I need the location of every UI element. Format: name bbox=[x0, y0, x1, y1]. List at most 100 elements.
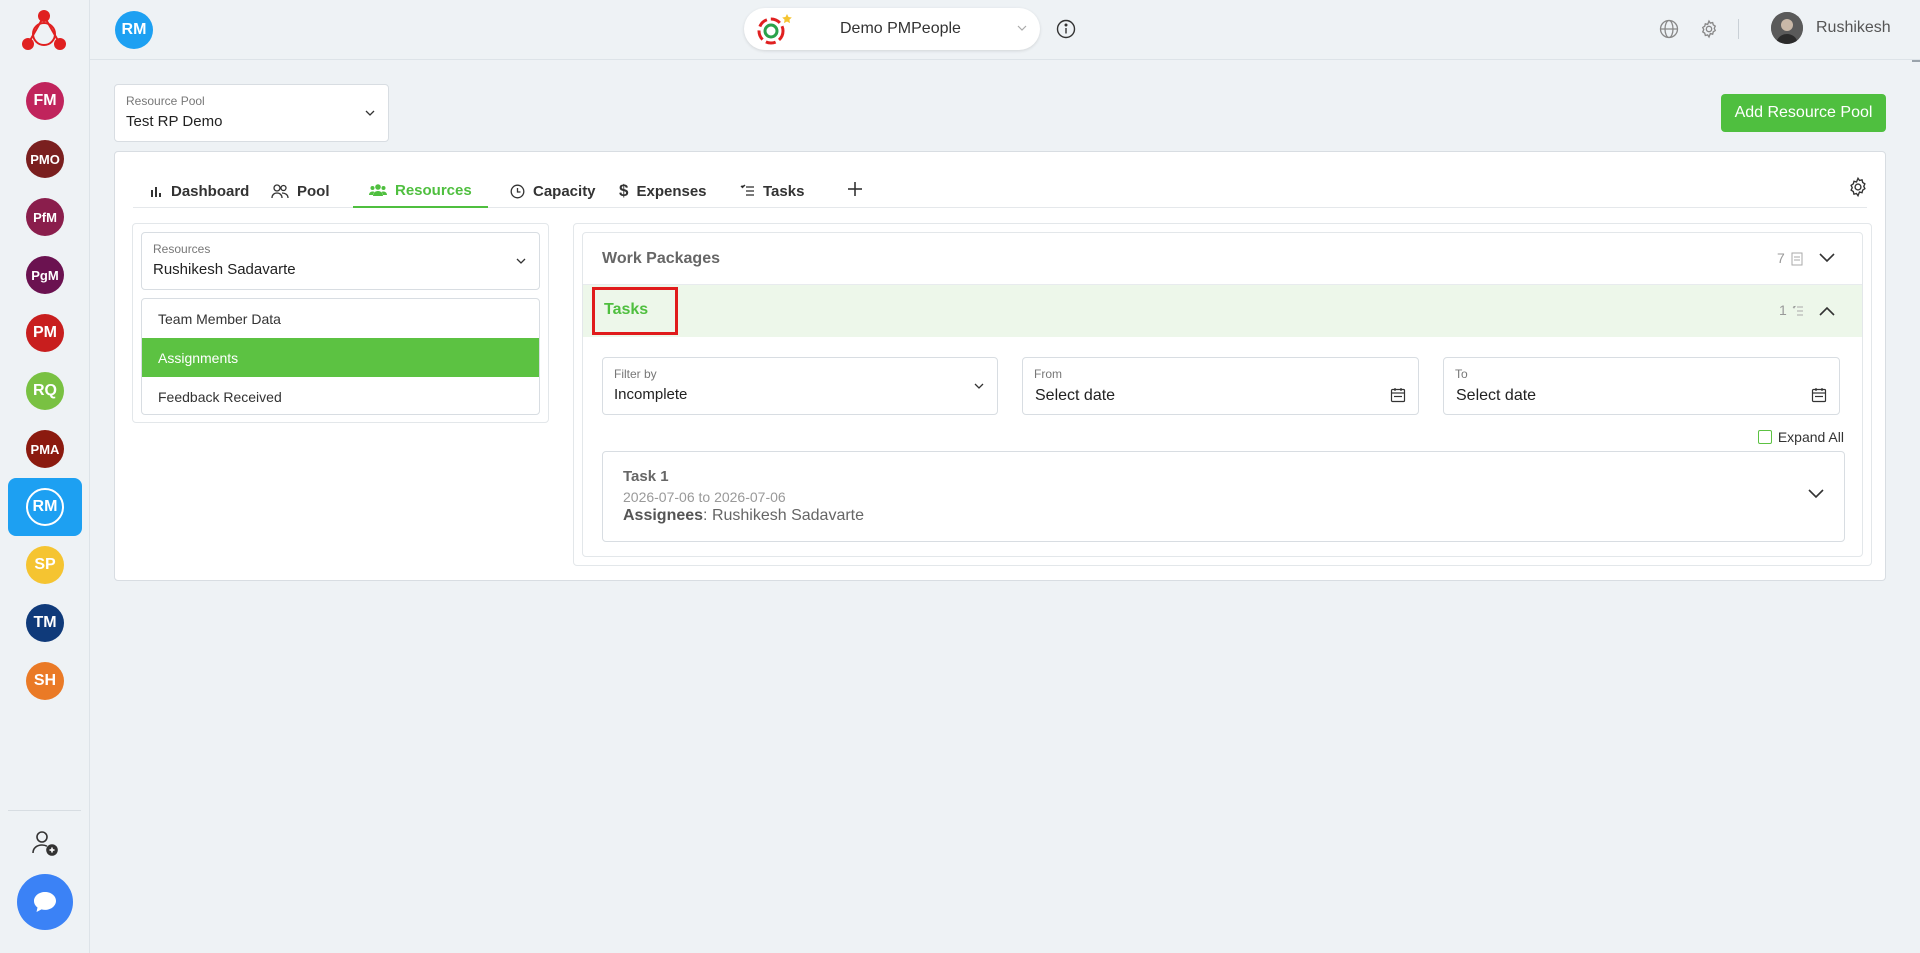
to-date-field[interactable]: To Select date bbox=[1443, 357, 1840, 415]
tab-resources[interactable]: Resources bbox=[353, 174, 488, 208]
top-bar: RM Demo PMPeople Rushikesh bbox=[90, 0, 1920, 60]
tab-tasks[interactable]: Tasks bbox=[732, 174, 812, 208]
users-icon bbox=[271, 184, 289, 199]
team-icon bbox=[369, 184, 387, 196]
app-item-fm[interactable]: FM bbox=[0, 72, 90, 130]
add-tab-icon[interactable] bbox=[845, 179, 865, 199]
tab-label: Expenses bbox=[636, 182, 707, 200]
resource-pool-select[interactable]: Resource Pool Test RP Demo bbox=[114, 84, 389, 142]
app-item-rq[interactable]: RQ bbox=[0, 362, 90, 420]
user-name[interactable]: Rushikesh bbox=[1816, 19, 1891, 37]
work-packages-header[interactable]: Work Packages 7 bbox=[583, 233, 1862, 285]
tab-dashboard[interactable]: Dashboard bbox=[133, 174, 265, 208]
task-list-icon bbox=[740, 184, 754, 196]
expand-all-checkbox[interactable] bbox=[1757, 430, 1772, 444]
app-badge: TM bbox=[26, 604, 64, 642]
chevron-down-icon[interactable] bbox=[1808, 488, 1824, 500]
chevron-down-icon bbox=[1017, 25, 1027, 31]
calendar-icon[interactable] bbox=[1811, 387, 1827, 403]
assignees-label: Assignees bbox=[623, 507, 704, 524]
topbar-divider bbox=[1738, 19, 1739, 39]
menu-item-feedback-received[interactable]: Feedback Received bbox=[142, 377, 539, 416]
scrollbar-thumb[interactable] bbox=[1912, 60, 1920, 62]
info-icon[interactable] bbox=[1056, 19, 1076, 39]
clock-icon bbox=[510, 184, 525, 198]
chat-button[interactable] bbox=[17, 874, 73, 930]
assignees-value: : Rushikesh Sadavarte bbox=[703, 507, 865, 524]
tab-label: Pool bbox=[297, 182, 330, 200]
add-resource-pool-button[interactable]: Add Resource Pool bbox=[1721, 94, 1886, 132]
user-photo-icon bbox=[1771, 12, 1803, 44]
resources-panel: Resources Rushikesh Sadavarte Team Membe… bbox=[132, 223, 549, 423]
menu-item-team-member-data[interactable]: Team Member Data bbox=[142, 299, 539, 338]
document-icon bbox=[1791, 252, 1803, 266]
task-list-icon bbox=[1792, 305, 1803, 316]
resource-pool-label: Resource Pool bbox=[126, 94, 205, 108]
workspace-logo-icon bbox=[757, 14, 792, 45]
resources-label: Resources bbox=[153, 242, 211, 256]
chevron-down-icon bbox=[974, 383, 984, 389]
tasks-title: Tasks bbox=[592, 287, 678, 335]
app-item-pm[interactable]: PM bbox=[0, 304, 90, 362]
app-badge: SP bbox=[26, 546, 64, 584]
assignments-accordion: Work Packages 7 Tasks 1 Filter by Incomp… bbox=[582, 232, 1863, 557]
chat-bubble-icon bbox=[34, 892, 56, 912]
app-item-sp[interactable]: SP bbox=[0, 536, 90, 594]
from-date-value: Select date bbox=[1035, 387, 1116, 404]
app-badge: PgM bbox=[26, 256, 64, 294]
app-sidebar: FM PMO PfM PgM PM RQ PMA RM SP TM SH bbox=[0, 0, 90, 953]
workspace-selector[interactable]: Demo PMPeople bbox=[744, 8, 1040, 50]
bar-chart-icon bbox=[151, 187, 161, 197]
add-user-icon[interactable] bbox=[30, 828, 60, 858]
current-app-badge[interactable]: RM bbox=[115, 11, 153, 49]
tab-label: Resources bbox=[395, 181, 472, 199]
app-item-pfm[interactable]: PfM bbox=[0, 188, 90, 246]
app-badge: PM bbox=[26, 314, 64, 352]
tab-capacity[interactable]: Capacity bbox=[502, 174, 604, 208]
app-item-pmo[interactable]: PMO bbox=[0, 130, 90, 188]
app-item-rm[interactable]: RM bbox=[8, 478, 82, 536]
resource-pool-value: Test RP Demo bbox=[126, 113, 223, 130]
work-packages-count: 7 bbox=[1777, 250, 1785, 266]
filter-by-label: Filter by bbox=[614, 367, 657, 381]
tab-label: Dashboard bbox=[171, 182, 250, 200]
tab-pool[interactable]: Pool bbox=[261, 174, 346, 208]
chevron-down-icon[interactable] bbox=[1819, 252, 1835, 264]
tab-expenses[interactable]: $ Expenses bbox=[611, 174, 715, 208]
app-badge: PMO bbox=[26, 140, 64, 178]
filter-by-value: Incomplete bbox=[614, 386, 688, 403]
app-badge: SH bbox=[26, 662, 64, 700]
resources-select[interactable]: Resources Rushikesh Sadavarte bbox=[141, 232, 540, 290]
filter-by-select[interactable]: Filter by Incomplete bbox=[602, 357, 998, 415]
expand-all-toggle[interactable]: Expand All bbox=[1757, 429, 1844, 445]
user-avatar[interactable] bbox=[1771, 12, 1803, 44]
work-packages-title: Work Packages bbox=[602, 250, 720, 267]
tasks-header[interactable]: Tasks 1 bbox=[583, 285, 1862, 337]
gear-icon[interactable] bbox=[1699, 19, 1719, 39]
app-item-pma[interactable]: PMA bbox=[0, 420, 90, 478]
tab-bar: Dashboard Pool Resources Capacity $ Expe… bbox=[133, 174, 1867, 208]
to-date-value: Select date bbox=[1456, 387, 1537, 404]
menu-item-assignments[interactable]: Assignments bbox=[142, 338, 539, 377]
resource-menu: Team Member Data Assignments Feedback Re… bbox=[141, 298, 540, 415]
app-item-sh[interactable]: SH bbox=[0, 652, 90, 710]
tasks-count: 1 bbox=[1779, 302, 1787, 318]
task-assignees: Assignees: Rushikesh Sadavarte bbox=[623, 507, 864, 525]
app-badge: PfM bbox=[26, 198, 64, 236]
calendar-icon[interactable] bbox=[1390, 387, 1406, 403]
task-card[interactable]: Task 1 2026-07-06 to 2026-07-06 Assignee… bbox=[602, 451, 1845, 542]
chevron-up-icon[interactable] bbox=[1819, 305, 1835, 317]
task-dates: 2026-07-06 to 2026-07-06 bbox=[623, 489, 786, 505]
app-item-pgm[interactable]: PgM bbox=[0, 246, 90, 304]
app-badge: RQ bbox=[26, 372, 64, 410]
app-badge: PMA bbox=[26, 430, 64, 468]
settings-gear-icon[interactable] bbox=[1847, 176, 1869, 198]
chevron-down-icon bbox=[365, 110, 375, 116]
from-date-label: From bbox=[1034, 367, 1062, 381]
app-badge: RM bbox=[26, 488, 64, 526]
app-item-tm[interactable]: TM bbox=[0, 594, 90, 652]
globe-icon[interactable] bbox=[1659, 19, 1679, 39]
dollar-icon: $ bbox=[619, 181, 629, 200]
from-date-field[interactable]: From Select date bbox=[1022, 357, 1419, 415]
pmpeople-logo[interactable] bbox=[20, 6, 68, 54]
